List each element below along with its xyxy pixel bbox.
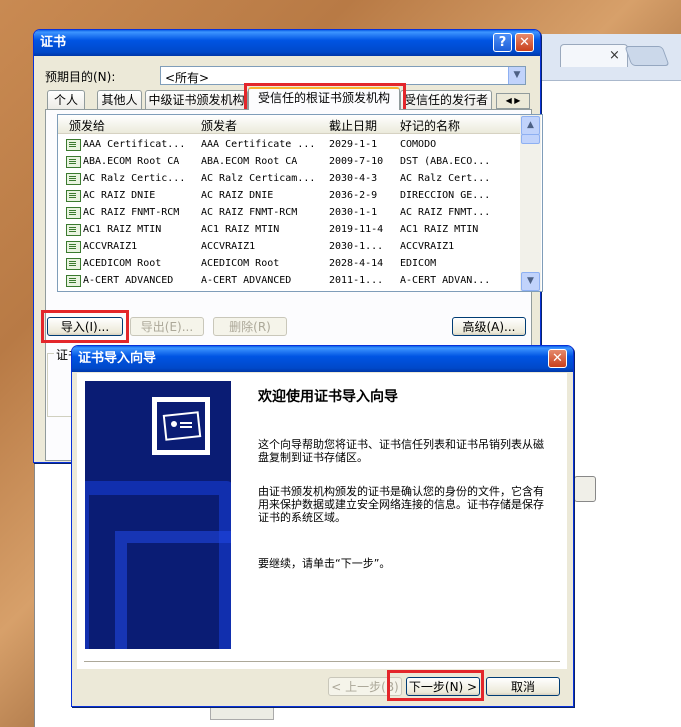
certificate-icon: [152, 397, 210, 455]
background-bottom-button[interactable]: [210, 706, 274, 720]
tab-close-icon[interactable]: ×: [609, 48, 620, 63]
import-wizard-window: 证书导入向导 ✕ 欢迎使用证书导入向导 这个向导帮助您将证书、证书信任列表和证书…: [71, 345, 574, 707]
column-friendly-name[interactable]: 好记的名称: [400, 117, 460, 134]
cell-to: AC RAIZ FNMT-RCM: [83, 207, 180, 218]
cell-by: ACEDICOM Root: [201, 258, 280, 269]
cell-by: AC RAIZ DNIE: [201, 190, 274, 201]
window-title: 证书: [40, 35, 67, 50]
column-expiration[interactable]: 截止日期: [329, 117, 377, 134]
scroll-thumb[interactable]: [521, 134, 540, 144]
certificate-icon: [66, 156, 81, 168]
cell-exp: 2036-2-9: [329, 190, 378, 201]
scroll-up-icon[interactable]: ▲: [521, 116, 540, 135]
table-row[interactable]: ACCVRAIZ1 ACCVRAIZ1 2030-1... ACCVRAIZ1: [58, 238, 520, 255]
certificate-icon: [66, 275, 81, 287]
wizard-side-graphic: [85, 381, 231, 649]
cell-by: AC RAIZ FNMT-RCM: [201, 207, 298, 218]
cell-exp: 2028-4-14: [329, 258, 384, 269]
cell-exp: 2011-1...: [329, 275, 384, 286]
wizard-paragraph-2: 由证书颁发机构颁发的证书是确认您的身份的文件，它含有用来保护数据或建立安全网络连…: [258, 485, 544, 524]
table-row[interactable]: AC RAIZ FNMT-RCM AC RAIZ FNMT-RCM 2030-1-1…: [58, 204, 520, 221]
cell-by: ABA.ECOM Root CA: [201, 156, 298, 167]
tab-scroll-arrows[interactable]: ◀ ▶: [496, 93, 530, 109]
wizard-titlebar: 证书导入向导 ✕: [72, 346, 573, 372]
list-header: 颁发给 颁发者 截止日期 好记的名称: [58, 115, 520, 134]
wizard-divider: [84, 661, 560, 663]
cell-to: AC Ralz Certic...: [83, 173, 186, 184]
background-button[interactable]: [574, 476, 596, 502]
advanced-button[interactable]: 高级(A)...: [452, 317, 526, 336]
close-icon[interactable]: ✕: [515, 33, 534, 52]
list-scrollbar[interactable]: ▲ ▼: [520, 115, 541, 291]
scroll-down-icon[interactable]: ▼: [521, 272, 540, 291]
wizard-paragraph-1: 这个向导帮助您将证书、证书信任列表和证书吊销列表从磁盘复制到证书存储区。: [258, 438, 544, 464]
certificate-icon: [66, 139, 81, 151]
certificate-icon: [66, 173, 81, 185]
cell-by: ACCVRAIZ1: [201, 241, 256, 252]
cell-to: ABA.ECOM Root CA: [83, 156, 180, 167]
cell-name: DST (ABA.ECO...: [400, 156, 491, 167]
cell-name: AC RAIZ FNMT...: [400, 207, 491, 218]
table-row[interactable]: AC1 RAIZ MTIN AC1 RAIZ MTIN 2019-11-4 AC1 R…: [58, 221, 520, 238]
remove-button[interactable]: 删除(R): [213, 317, 287, 336]
purpose-label: 预期目的(N):: [45, 70, 116, 84]
cell-to: AC RAIZ DNIE: [83, 190, 156, 201]
highlight-import: [41, 310, 129, 343]
cancel-button[interactable]: 取消: [486, 677, 560, 696]
cell-by: AAA Certificate ...: [201, 139, 316, 150]
cell-by: AC Ralz Certicam...: [201, 173, 316, 184]
cell-to: AC1 RAIZ MTIN: [83, 224, 162, 235]
tab-trusted-publishers[interactable]: 受信任的发行者: [400, 90, 492, 109]
cell-name: EDICOM: [400, 258, 437, 269]
new-tab-button[interactable]: [624, 46, 670, 66]
cell-name: A-CERT ADVAN...: [400, 275, 491, 286]
table-row[interactable]: AAA Certificat... AAA Certificate ... 2029…: [58, 136, 520, 153]
cell-exp: 2029-1-1: [329, 139, 378, 150]
certificate-icon: [66, 207, 81, 219]
cell-to: AAA Certificat...: [83, 139, 186, 150]
cell-name: DIRECCION GE...: [400, 190, 491, 201]
tab-intermediate-ca[interactable]: 中级证书颁发机构: [145, 90, 248, 109]
table-row[interactable]: ACEDICOM Root ACEDICOM Root 2028-4-14 EDICO…: [58, 255, 520, 272]
cell-exp: 2030-1...: [329, 241, 384, 252]
table-row[interactable]: AC RAIZ DNIE AC RAIZ DNIE 2036-2-9 DIRECCIO…: [58, 187, 520, 204]
certificate-icon: [66, 190, 81, 202]
cell-name: AC Ralz Cert...: [400, 173, 491, 184]
cell-name: ACCVRAIZ1: [400, 241, 455, 252]
column-issued-by[interactable]: 颁发者: [201, 117, 237, 134]
tab-personal[interactable]: 个人: [47, 90, 85, 109]
cell-to: ACCVRAIZ1: [83, 241, 138, 252]
cell-to: ACEDICOM Root: [83, 258, 162, 269]
wizard-title: 证书导入向导: [78, 351, 157, 366]
chevron-down-icon[interactable]: ▼: [508, 67, 525, 84]
certificate-icon: [66, 258, 81, 270]
column-issued-to[interactable]: 颁发给: [69, 117, 105, 134]
highlight-next: [387, 670, 484, 701]
cell-exp: 2030-4-3: [329, 173, 378, 184]
tab-other-people[interactable]: 其他人: [97, 90, 142, 109]
cell-exp: 2009-7-10: [329, 156, 384, 167]
cell-by: AC1 RAIZ MTIN: [201, 224, 280, 235]
certificate-list[interactable]: 颁发给 颁发者 截止日期 好记的名称 AAA Certificat... AAA …: [57, 114, 543, 292]
wizard-paragraph-3: 要继续，请单击“下一步”。: [258, 557, 391, 570]
table-row[interactable]: A-CERT ADVANCED A-CERT ADVANCED 2011-1... A…: [58, 272, 520, 289]
purpose-value: <所有>: [165, 71, 210, 85]
wizard-heading: 欢迎使用证书导入向导: [258, 389, 398, 405]
certificates-titlebar: 证书 ? ✕: [34, 30, 540, 56]
cell-exp: 2030-1-1: [329, 207, 378, 218]
certificate-icon: [66, 224, 81, 236]
table-row[interactable]: AC Ralz Certic... AC Ralz Certicam... 2030…: [58, 170, 520, 187]
help-icon[interactable]: ?: [493, 33, 512, 52]
cell-exp: 2019-11-4: [329, 224, 384, 235]
wizard-close-icon[interactable]: ✕: [548, 349, 567, 368]
table-row[interactable]: ABA.ECOM Root CA ABA.ECOM Root CA 2009-7-1…: [58, 153, 520, 170]
cell-name: COMODO: [400, 139, 437, 150]
tab-trusted-root-ca[interactable]: 受信任的根证书颁发机构: [248, 87, 400, 110]
export-button[interactable]: 导出(E)...: [130, 317, 204, 336]
cell-name: AC1 RAIZ MTIN: [400, 224, 479, 235]
cell-by: A-CERT ADVANCED: [201, 275, 292, 286]
cell-to: A-CERT ADVANCED: [83, 275, 174, 286]
certificate-icon: [66, 241, 81, 253]
